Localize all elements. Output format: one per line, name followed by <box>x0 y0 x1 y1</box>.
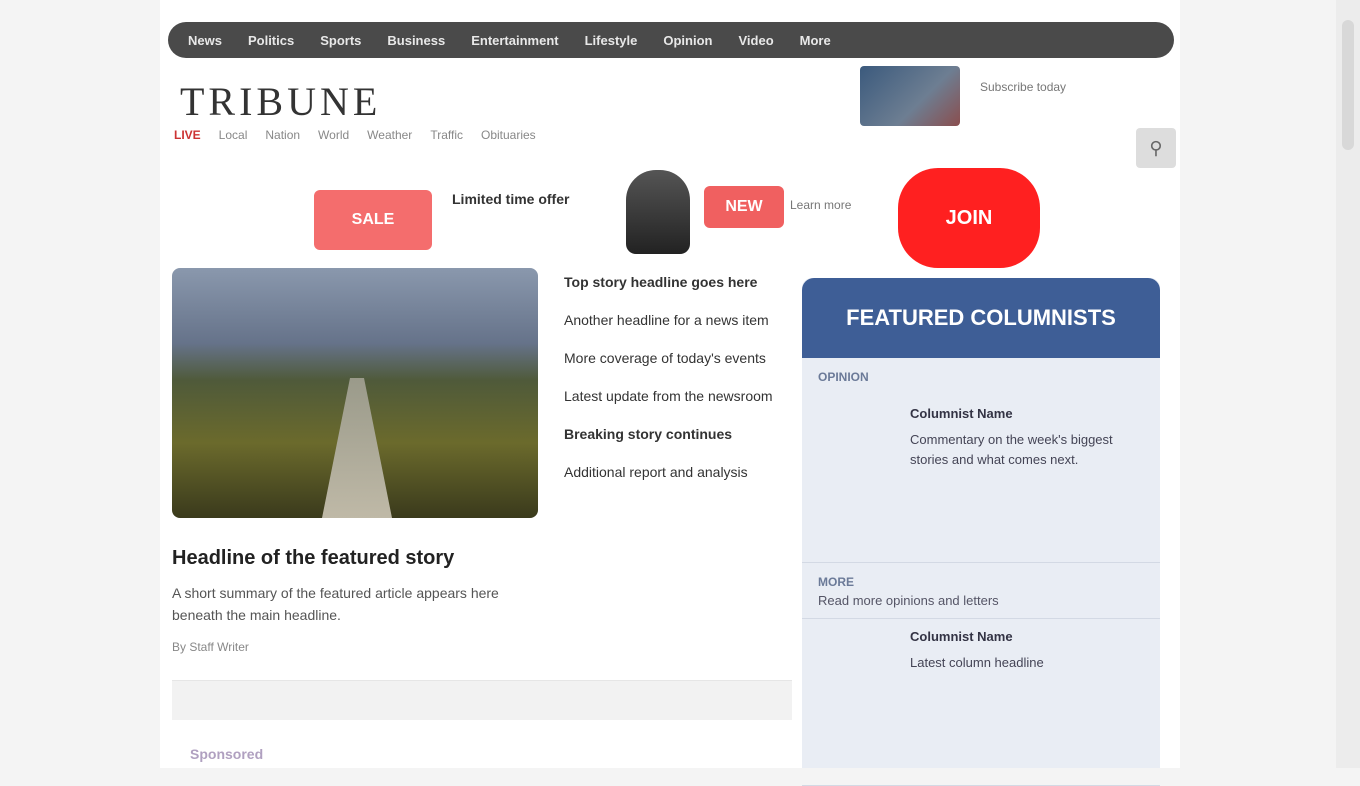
promo-banner: SALE Limited time offer NEW Learn more J… <box>160 168 1180 268</box>
section-nav: LIVE Local Nation World Weather Traffic … <box>174 128 536 142</box>
columnist-text: Columnist Name Latest column headline <box>910 627 1044 777</box>
nav-business[interactable]: Business <box>387 33 445 48</box>
headline-item[interactable]: Latest update from the newsroom <box>564 386 774 406</box>
nav-opinion[interactable]: Opinion <box>663 33 712 48</box>
nav-weather[interactable]: Weather <box>367 128 412 142</box>
columnist-name[interactable]: Columnist Name <box>910 404 1144 424</box>
nav-lifestyle[interactable]: Lifestyle <box>585 33 638 48</box>
headline-item[interactable]: Breaking story continues <box>564 424 774 444</box>
promo-cta-button[interactable]: JOIN <box>898 168 1040 268</box>
road-graphic <box>322 378 392 518</box>
sidebar-section-label: MORE <box>818 575 854 589</box>
header-promo-text[interactable]: Subscribe today <box>980 80 1066 94</box>
featured-title[interactable]: Headline of the featured story <box>172 546 538 570</box>
promo-button-1[interactable]: SALE <box>314 190 432 250</box>
promo-text-1: Limited time offer <box>452 191 570 207</box>
columnist-text: Columnist Name Commentary on the week's … <box>910 404 1144 554</box>
columnist-card[interactable]: Columnist Name Commentary on the week's … <box>802 396 1160 563</box>
headline-item[interactable]: Top story headline goes here <box>564 272 774 292</box>
featured-story: Headline of the featured story A short s… <box>172 268 538 654</box>
nav-more[interactable]: More <box>800 33 831 48</box>
page: News Politics Sports Business Entertainm… <box>160 0 1180 786</box>
bottom-strip <box>172 680 792 720</box>
nav-entertainment[interactable]: Entertainment <box>471 33 558 48</box>
featured-byline: By Staff Writer <box>172 640 249 654</box>
columnist-blurb: Latest column headline <box>910 655 1044 670</box>
search-button[interactable]: ⚲ <box>1136 128 1176 168</box>
promo-text-2[interactable]: Learn more <box>790 198 851 212</box>
nav-live[interactable]: LIVE <box>174 128 201 142</box>
nav-traffic[interactable]: Traffic <box>430 128 463 142</box>
nav-local[interactable]: Local <box>219 128 248 142</box>
headline-list: Top story headline goes here Another hea… <box>564 272 774 500</box>
columnist-photo <box>818 404 898 554</box>
nav-obituaries[interactable]: Obituaries <box>481 128 536 142</box>
page-scrollbar[interactable] <box>1336 0 1360 768</box>
sponsored-label: Sponsored <box>190 746 264 762</box>
headline-item[interactable]: Additional report and analysis <box>564 462 774 482</box>
sidebar-subtitle: OPINION <box>818 370 869 384</box>
top-nav-bar: News Politics Sports Business Entertainm… <box>168 22 1174 58</box>
columnist-photo <box>818 627 898 777</box>
promo-person-image <box>626 170 690 254</box>
nav-nation[interactable]: Nation <box>265 128 300 142</box>
header-ad-image[interactable] <box>860 66 960 126</box>
promo-button-2[interactable]: NEW <box>704 186 784 228</box>
featured-image[interactable] <box>172 268 538 518</box>
columnist-name[interactable]: Columnist Name <box>910 627 1044 647</box>
columnist-blurb: Commentary on the week's biggest stories… <box>910 432 1113 467</box>
nav-news[interactable]: News <box>188 33 222 48</box>
site-logo[interactable]: TRIBUNE <box>180 78 381 125</box>
nav-sports[interactable]: Sports <box>320 33 361 48</box>
nav-world[interactable]: World <box>318 128 349 142</box>
columnists-sidebar: FEATURED COLUMNISTS OPINION Columnist Na… <box>802 278 1160 786</box>
sidebar-title: FEATURED COLUMNISTS <box>802 278 1160 358</box>
scrollbar-thumb[interactable] <box>1342 20 1354 150</box>
headline-item[interactable]: More coverage of today's events <box>564 348 774 368</box>
nav-video[interactable]: Video <box>738 33 773 48</box>
featured-summary: A short summary of the featured article … <box>172 585 499 623</box>
nav-politics[interactable]: Politics <box>248 33 294 48</box>
search-icon: ⚲ <box>1149 137 1163 158</box>
headline-item[interactable]: Another headline for a news item <box>564 310 774 330</box>
sidebar-link[interactable]: Read more opinions and letters <box>802 593 1160 619</box>
columnist-card[interactable]: Columnist Name Latest column headline <box>802 619 1160 786</box>
